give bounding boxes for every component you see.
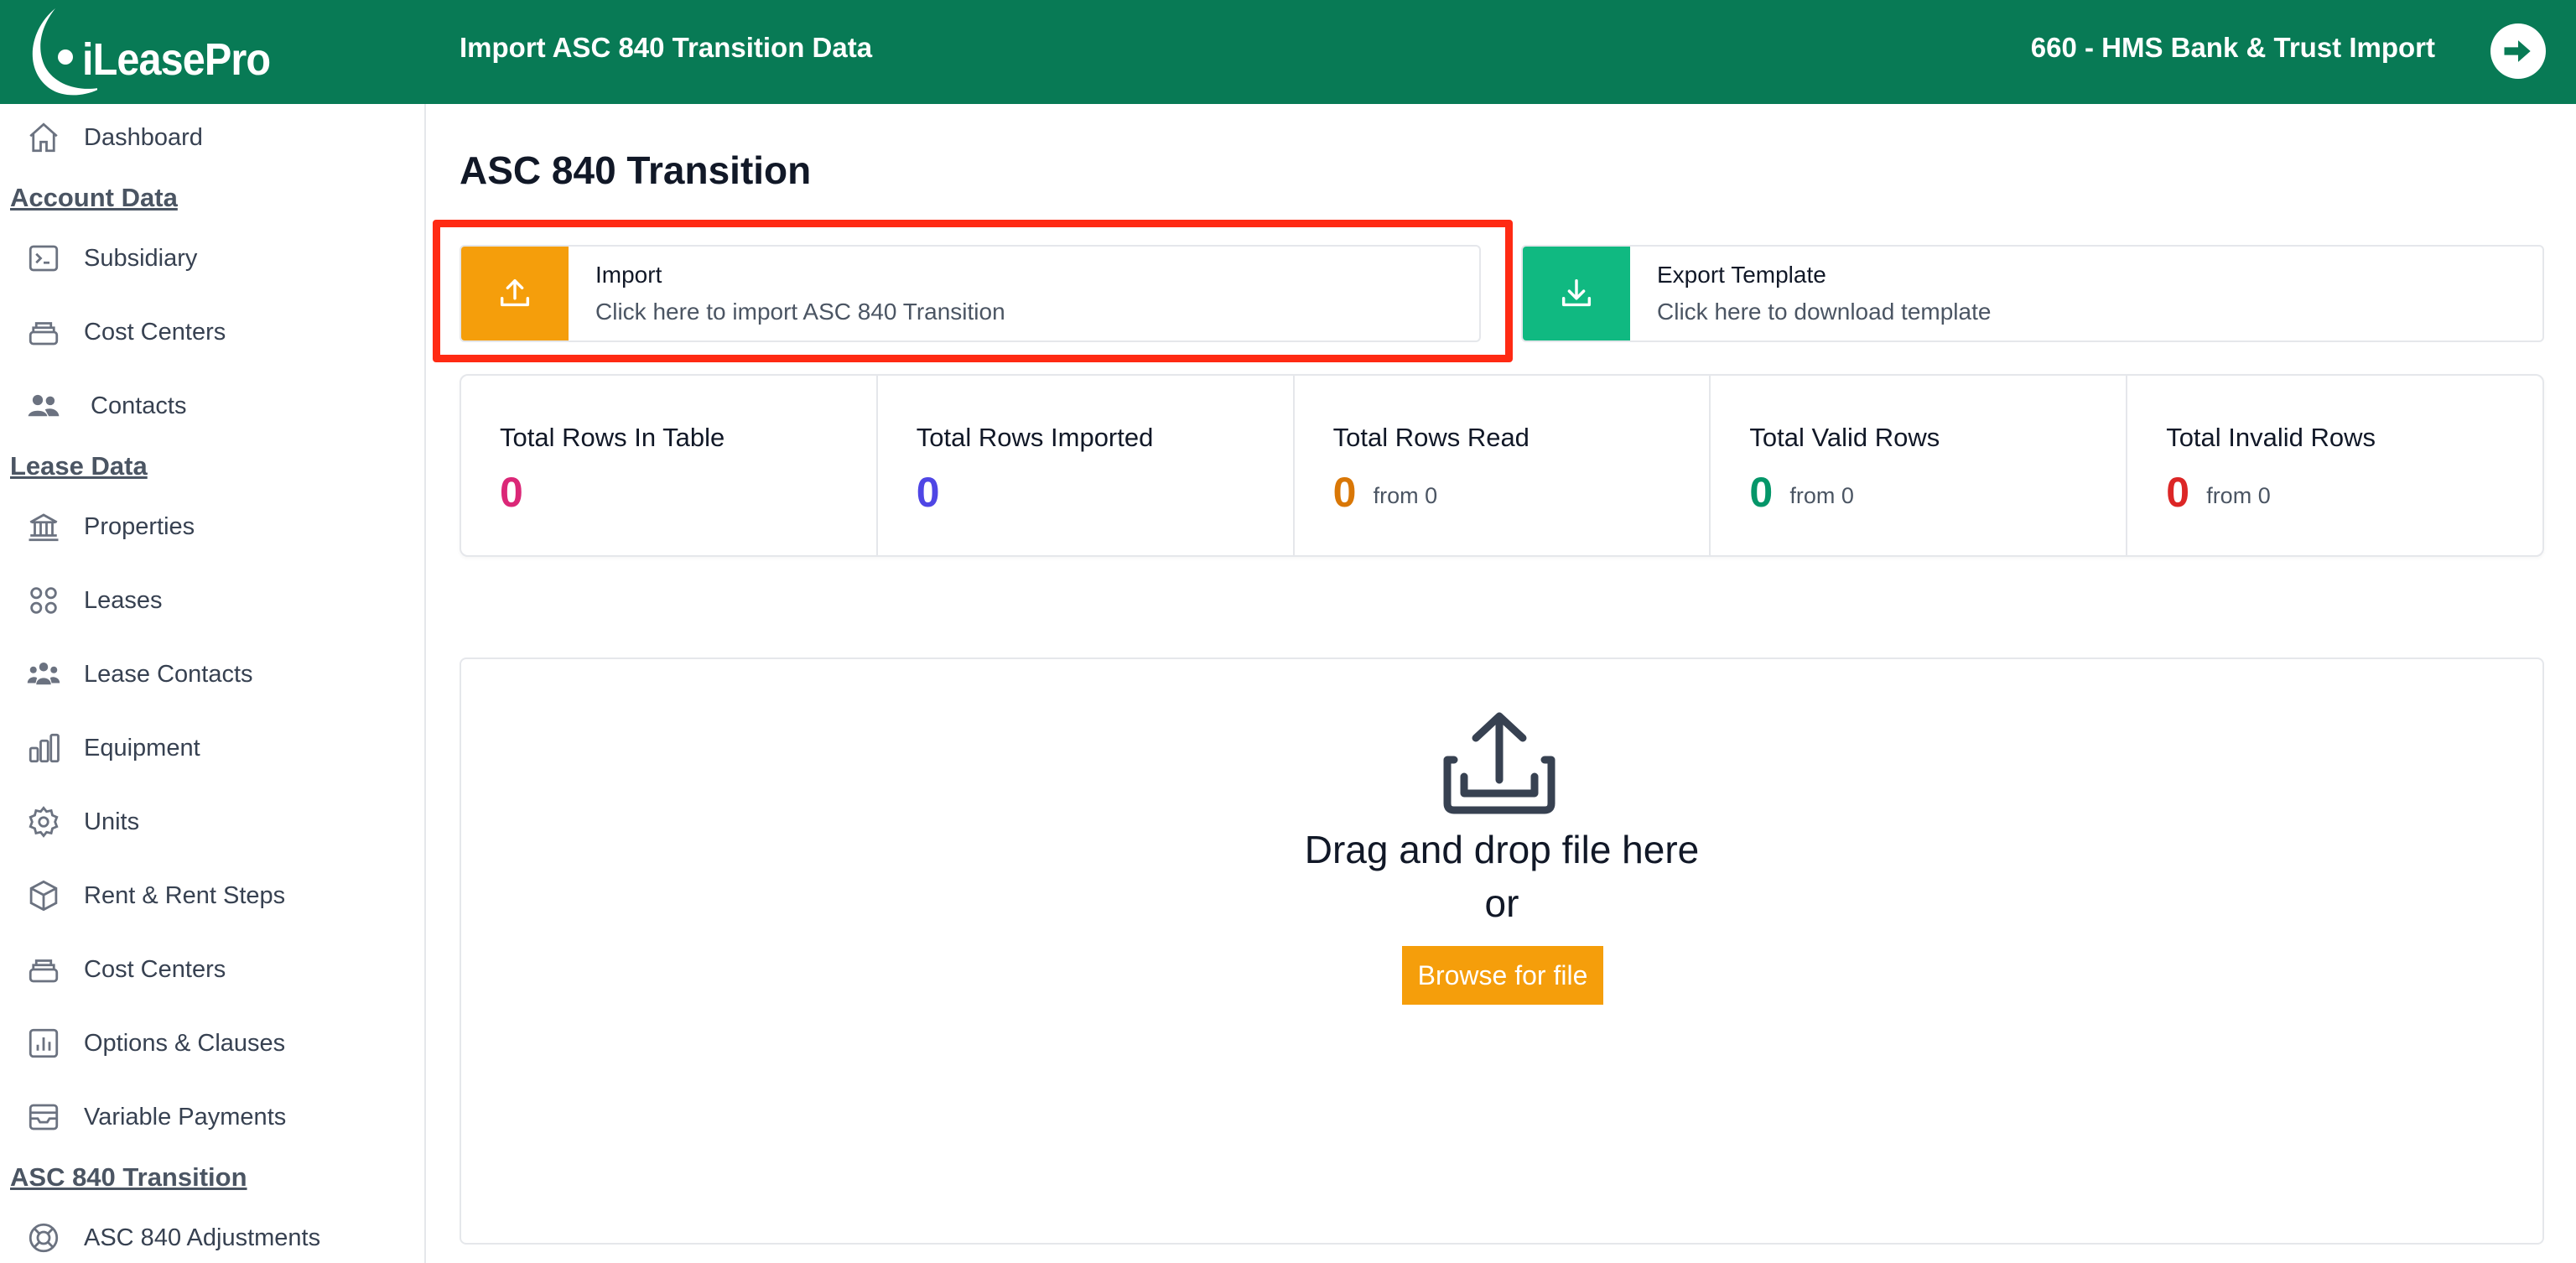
- home-icon: [25, 119, 62, 156]
- stat-value: 0: [500, 469, 523, 516]
- sidebar-item-properties[interactable]: Properties: [0, 502, 424, 552]
- sidebar-item-options-clauses[interactable]: Options & Clauses: [0, 1018, 424, 1068]
- sidebar-item-rent-steps[interactable]: Rent & Rent Steps: [0, 871, 424, 921]
- logout-button[interactable]: [2490, 23, 2546, 79]
- building-icon: [25, 508, 62, 545]
- sidebar-item-label: Rent & Rent Steps: [84, 881, 286, 909]
- stack-icon: [25, 314, 62, 351]
- section-asc-840-transition: ASC 840 Transition: [10, 1162, 247, 1192]
- stat-value: 0: [1332, 469, 1357, 516]
- sidebar-item-label: Equipment: [84, 734, 200, 761]
- brand-name: iLeasePro: [82, 34, 271, 85]
- grid-icon: [25, 582, 62, 619]
- archive-icon: [25, 1099, 62, 1136]
- sidebar-item-label: Cost Centers: [84, 955, 226, 983]
- stat-label: Total Invalid Rows: [2166, 423, 2376, 452]
- import-stats-panel: Total Rows In Table 0 Total Rows Importe…: [460, 374, 2544, 557]
- sidebar-item-variable-payments[interactable]: Variable Payments: [0, 1092, 424, 1142]
- sidebar-item-lease-contacts[interactable]: Lease Contacts: [0, 649, 424, 699]
- sidebar-item-label: Contacts: [91, 392, 187, 419]
- sidebar-item-label: Leases: [84, 586, 163, 614]
- dropzone-or: or: [1484, 881, 1519, 925]
- sidebar-item-label: ASC 840 Adjustments: [84, 1224, 321, 1251]
- sidebar-item-label: Options & Clauses: [84, 1029, 286, 1057]
- sidebar-item-contacts[interactable]: Contacts: [0, 381, 424, 431]
- stat-label: Total Rows In Table: [500, 423, 725, 452]
- browse-for-file-button[interactable]: Browse for file: [1402, 946, 1603, 1005]
- file-dropzone[interactable]: Drag and drop file here or Browse for fi…: [460, 657, 2544, 1245]
- export-card-subtitle: Click here to download template: [1657, 299, 1992, 325]
- users-icon: [25, 387, 62, 424]
- sidebar-item-subsidiary[interactable]: Subsidiary: [0, 233, 424, 283]
- sidebar-item-equipment[interactable]: Equipment: [0, 723, 424, 773]
- import-card[interactable]: Import Click here to import ASC 840 Tran…: [460, 245, 1481, 342]
- sidebar-item-label: Dashboard: [84, 123, 203, 151]
- brand-logo[interactable]: iLeasePro: [22, 5, 271, 99]
- section-lease-data: Lease Data: [10, 451, 148, 481]
- user-group-icon: [25, 656, 62, 693]
- lifebuoy-icon: [25, 1219, 62, 1256]
- sidebar-item-label: Variable Payments: [84, 1103, 287, 1130]
- export-template-card[interactable]: Export Template Click here to download t…: [1521, 245, 2544, 342]
- sidebar-item-units[interactable]: Units: [0, 797, 424, 847]
- stack-icon: [25, 951, 62, 988]
- arrow-right-icon: [2504, 40, 2531, 62]
- account-name[interactable]: 660 - HMS Bank & Trust Import: [2031, 32, 2435, 64]
- stat-total-rows-read: Total Rows Read 0 from 0: [1295, 376, 1711, 555]
- gear-icon: [25, 803, 62, 840]
- top-bar: iLeasePro Import ASC 840 Transition Data…: [0, 0, 2576, 104]
- stat-label: Total Rows Read: [1332, 423, 1530, 452]
- stat-value: 0: [1749, 469, 1774, 516]
- stat-total-invalid-rows: Total Invalid Rows 0 from 0: [2127, 376, 2542, 555]
- upload-tray-icon: [1443, 712, 1555, 814]
- stat-total-rows-in-table: Total Rows In Table 0: [461, 376, 878, 555]
- stat-label: Total Valid Rows: [1749, 423, 1940, 452]
- download-icon: [1523, 247, 1630, 340]
- sidebar-item-label: Units: [84, 808, 140, 835]
- stat-from: from 0: [1789, 483, 1854, 508]
- sidebar-item-leases[interactable]: Leases: [0, 575, 424, 626]
- sidebar-item-label: Subsidiary: [84, 244, 198, 272]
- import-card-subtitle: Click here to import ASC 840 Transition: [595, 299, 1005, 325]
- stat-from: from 0: [1373, 483, 1438, 508]
- cube-icon: [25, 877, 62, 914]
- sidebar-item-dashboard[interactable]: Dashboard: [0, 112, 424, 163]
- sidebar: Dashboard Account Data Subsidiary Cost C…: [0, 104, 426, 1263]
- sidebar-item-label: Lease Contacts: [84, 660, 253, 688]
- sidebar-item-asc-840-adjustments[interactable]: ASC 840 Adjustments: [0, 1213, 424, 1263]
- stat-label: Total Rows Imported: [916, 423, 1154, 452]
- stat-from: from 0: [2206, 483, 2271, 508]
- header-title: Import ASC 840 Transition Data: [460, 32, 873, 63]
- section-account-data: Account Data: [10, 183, 178, 212]
- sidebar-item-cost-centers[interactable]: Cost Centers: [0, 307, 424, 357]
- chart-square-icon: [25, 1025, 62, 1062]
- import-card-title: Import: [595, 262, 662, 288]
- dropzone-instruction: Drag and drop file here: [1304, 828, 1700, 871]
- sidebar-item-cost-centers-lease[interactable]: Cost Centers: [0, 944, 424, 995]
- terminal-icon: [25, 240, 62, 277]
- stat-total-valid-rows: Total Valid Rows 0 from 0: [1711, 376, 2128, 555]
- stat-total-rows-imported: Total Rows Imported 0: [878, 376, 1295, 555]
- upload-icon: [461, 247, 569, 340]
- bar-chart-icon: [25, 730, 62, 767]
- sidebar-item-label: Properties: [84, 512, 195, 540]
- page-title: ASC 840 Transition: [460, 148, 812, 192]
- sidebar-item-label: Cost Centers: [84, 318, 226, 346]
- export-card-title: Export Template: [1657, 262, 1826, 288]
- stat-value: 0: [916, 469, 940, 516]
- stat-value: 0: [2166, 469, 2189, 516]
